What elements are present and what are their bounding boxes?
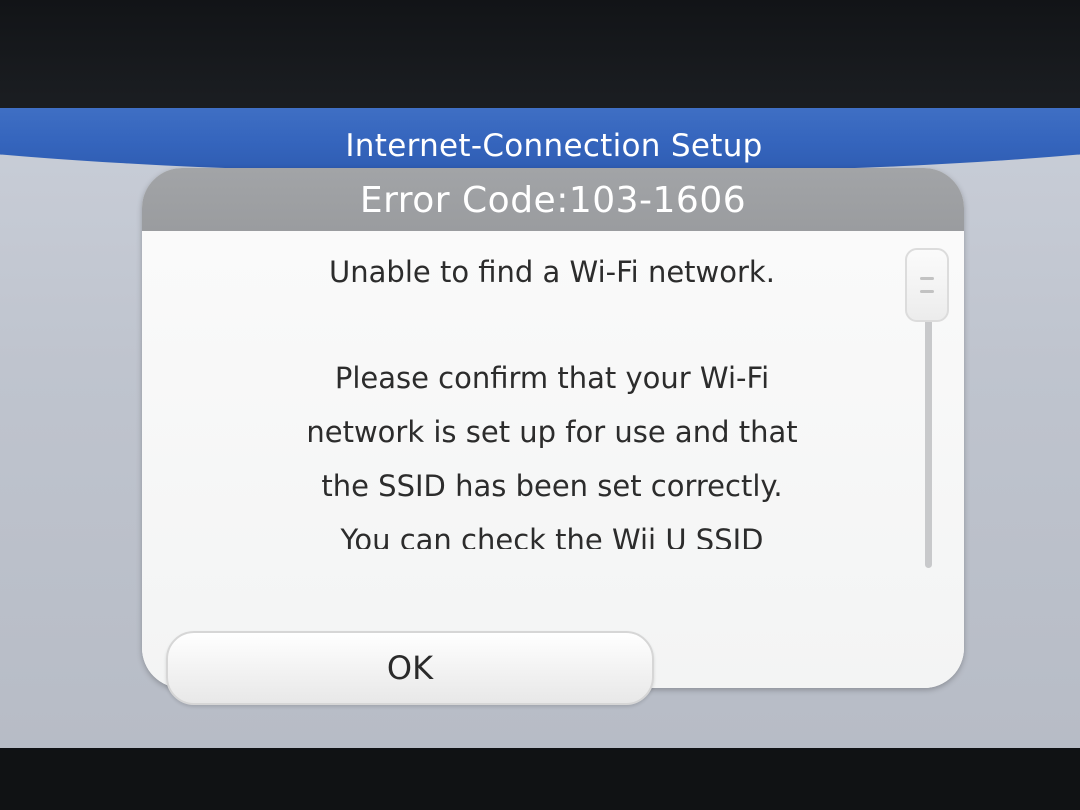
grip-icon: [920, 290, 934, 293]
message-line: Please confirm that your Wi-Fi: [334, 361, 770, 395]
error-code: Error Code:103-1606: [359, 180, 747, 221]
ok-button[interactable]: OK: [166, 631, 654, 705]
message-scroll-area[interactable]: Unable to find a Wi-Fi network. Please c…: [202, 237, 902, 549]
grip-icon: [920, 277, 934, 280]
message-line: the SSID has been set correctly.: [321, 469, 783, 503]
message-line: You can check the Wii U SSID: [340, 523, 764, 549]
dialog-body: Unable to find a Wi-Fi network. Please c…: [142, 231, 964, 688]
message-line: Unable to find a Wi-Fi network.: [329, 255, 775, 289]
error-dialog: Error Code:103-1606 Unable to find a Wi-…: [142, 168, 964, 688]
screen: Internet-Connection Setup Error Code:103…: [0, 108, 1080, 748]
message-line: network is set up for use and that: [306, 415, 798, 449]
window-title: Internet-Connection Setup: [345, 128, 763, 164]
scrollbar-thumb[interactable]: [905, 248, 949, 322]
dialog-header: Error Code:103-1606: [142, 168, 964, 231]
bottom-bezel: [0, 748, 1080, 810]
